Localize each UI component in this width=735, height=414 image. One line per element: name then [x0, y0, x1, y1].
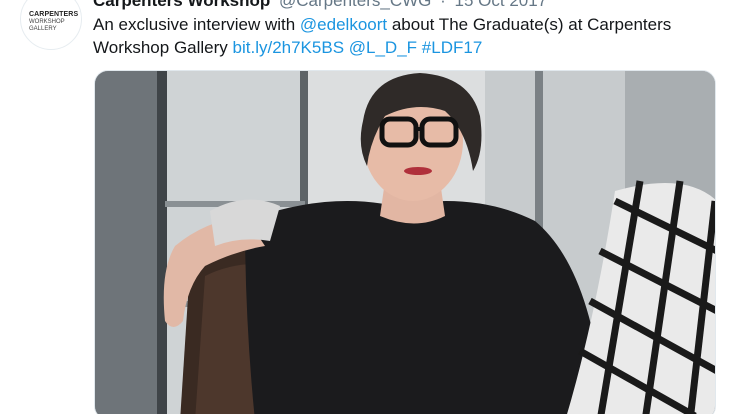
mention-ldf[interactable]: @L_D_F — [349, 38, 417, 57]
tweet: CARPENTERS WORKSHOP GALLERY Carpenters W… — [0, 0, 735, 414]
hashtag-ldf17[interactable]: #LDF17 — [422, 38, 482, 57]
author-handle[interactable]: @Carpenters_CWG — [279, 0, 431, 10]
avatar-text-line-2: WORKSHOP — [29, 19, 65, 25]
tweet-text: An exclusive interview with @edelkoort a… — [93, 13, 723, 59]
tweet-text-prefix: An exclusive interview with — [93, 15, 300, 34]
separator-dot: · — [440, 0, 446, 10]
author-name[interactable]: Carpenters Workshop — [93, 0, 270, 10]
tweet-photo[interactable] — [94, 70, 716, 414]
mention-edelkoort[interactable]: @edelkoort — [300, 15, 387, 34]
tweet-link[interactable]: bit.ly/2h7K5BS — [233, 38, 345, 57]
avatar-text-line-3: GALLERY — [29, 26, 57, 32]
author-avatar[interactable]: CARPENTERS WORKSHOP GALLERY — [20, 0, 82, 50]
tweet-date[interactable]: 15 Oct 2017 — [455, 0, 548, 10]
avatar-text-line-1: CARPENTERS — [29, 11, 79, 18]
photo-illustration — [95, 71, 715, 414]
tweet-header: Carpenters Workshop @Carpenters_CWG · 15… — [93, 0, 547, 11]
